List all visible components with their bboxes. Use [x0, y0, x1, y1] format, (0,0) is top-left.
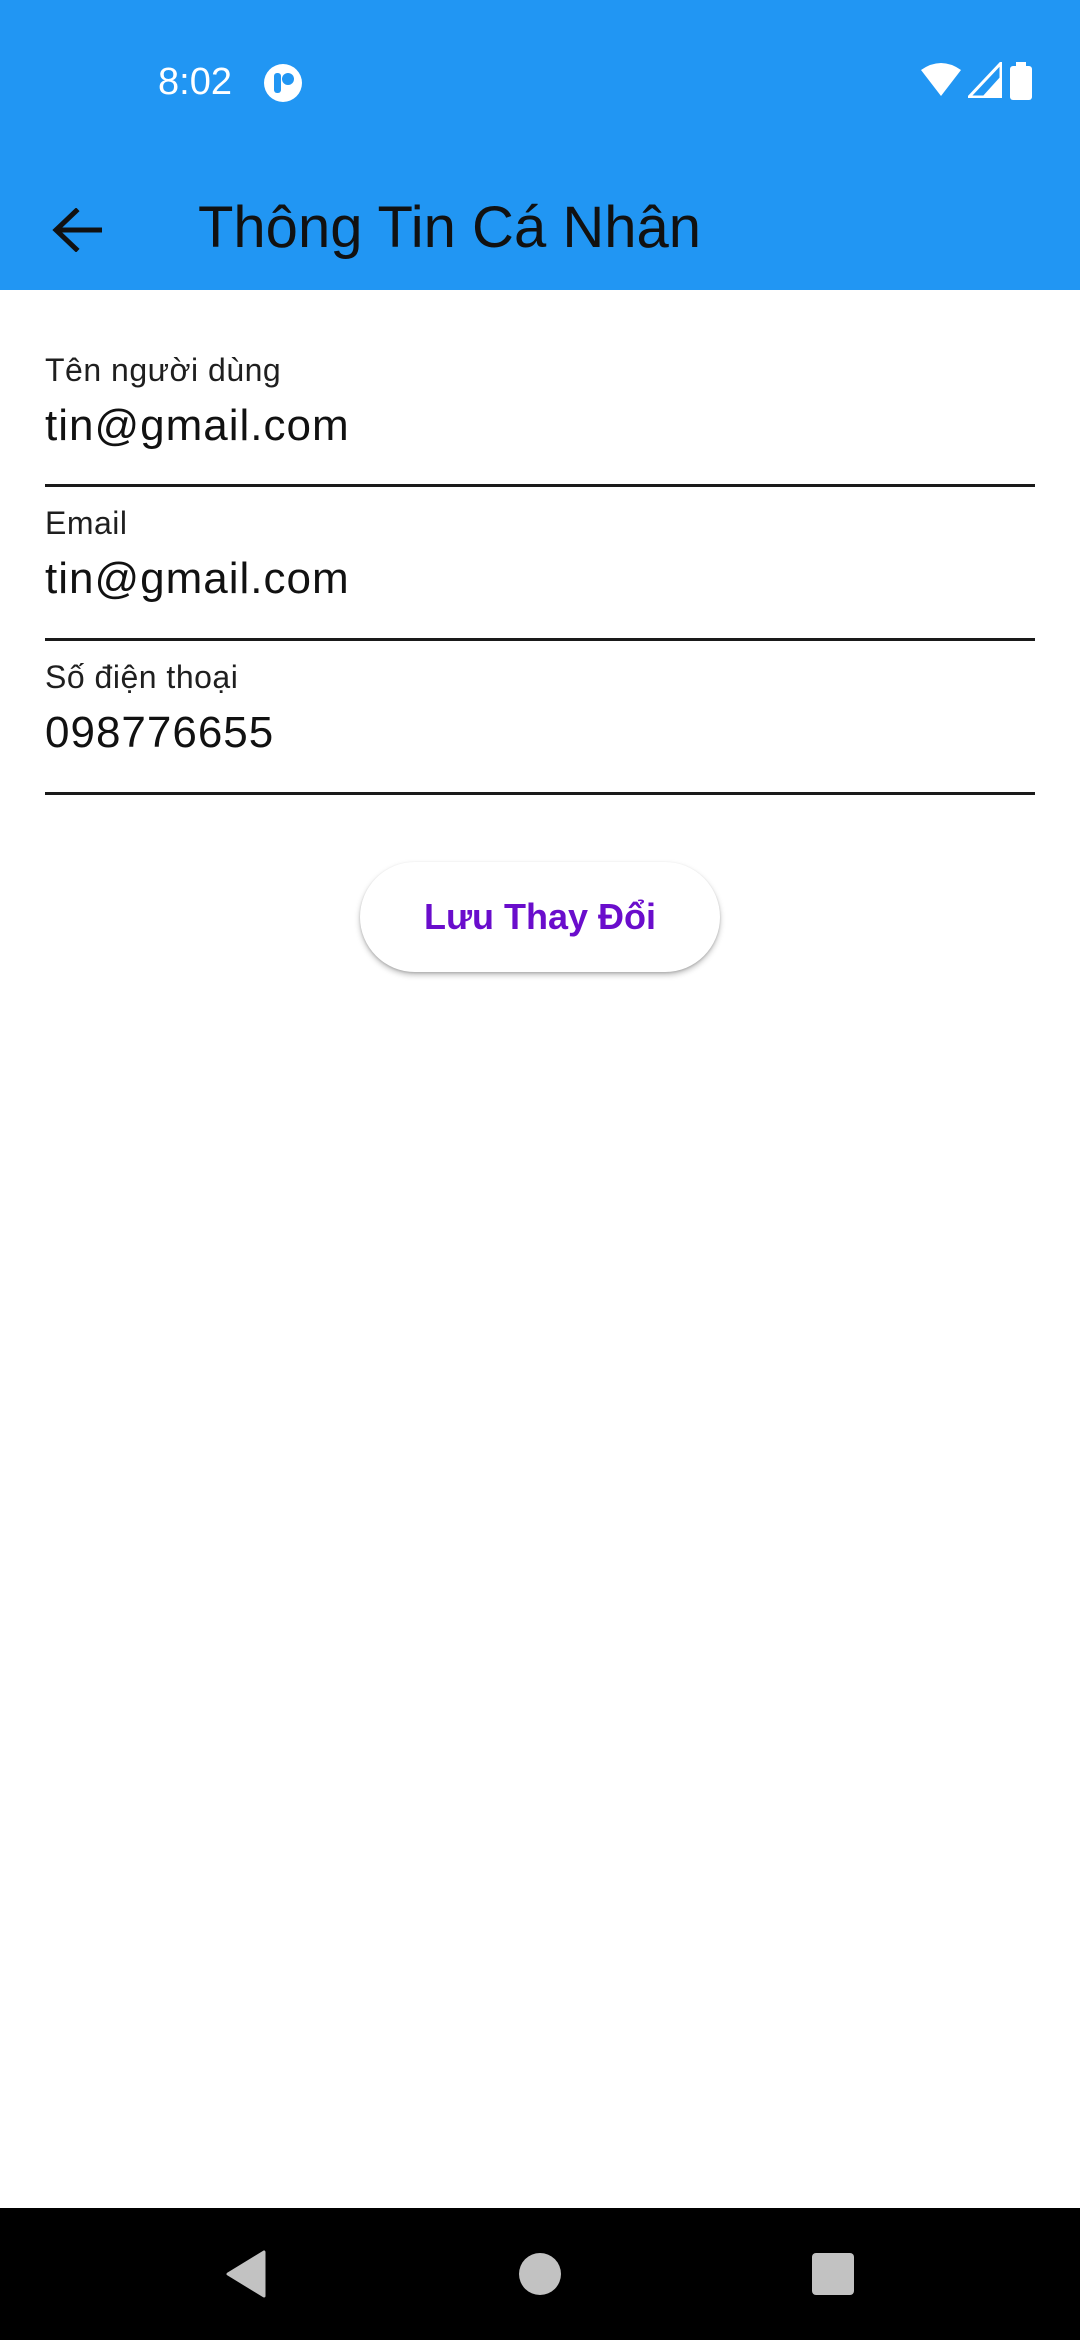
arrow-back-icon — [52, 208, 102, 252]
phone-input[interactable] — [45, 705, 1035, 761]
status-time: 8:02 — [158, 61, 232, 103]
toolbar: Thông Tin Cá Nhân — [0, 165, 1080, 290]
system-nav-bar — [0, 2208, 1080, 2340]
status-bar: 8:02 — [0, 0, 1080, 165]
back-button[interactable] — [32, 185, 122, 275]
email-input[interactable] — [45, 551, 1035, 607]
nav-recents-button[interactable] — [803, 2244, 863, 2304]
save-changes-button[interactable]: Lưu Thay Đổi — [360, 862, 720, 972]
nav-back-button[interactable] — [216, 2244, 276, 2304]
app-bar: 8:02 Thông Tin Cá Nhân — [0, 0, 1080, 290]
back-triangle-icon — [226, 2250, 266, 2298]
username-field: Tên người dùng — [45, 290, 1035, 487]
username-input[interactable] — [45, 398, 1035, 454]
nav-home-button[interactable] — [510, 2244, 570, 2304]
profile-form: Tên người dùng Email Số điện thoại — [45, 290, 1035, 795]
home-circle-icon — [519, 2253, 561, 2295]
email-field: Email — [45, 487, 1035, 641]
page-title: Thông Tin Cá Nhân — [198, 195, 701, 260]
profile-screen: 8:02 Thông Tin Cá Nhân Tên người dùng ti… — [0, 0, 1080, 2340]
email-label: Email — [45, 505, 128, 541]
app-notification-icon — [264, 64, 302, 102]
recents-square-icon — [812, 2253, 854, 2295]
username-label: Tên người dùng — [45, 352, 282, 388]
phone-label: Số điện thoại — [45, 659, 239, 695]
phone-field: Số điện thoại — [45, 641, 1035, 795]
